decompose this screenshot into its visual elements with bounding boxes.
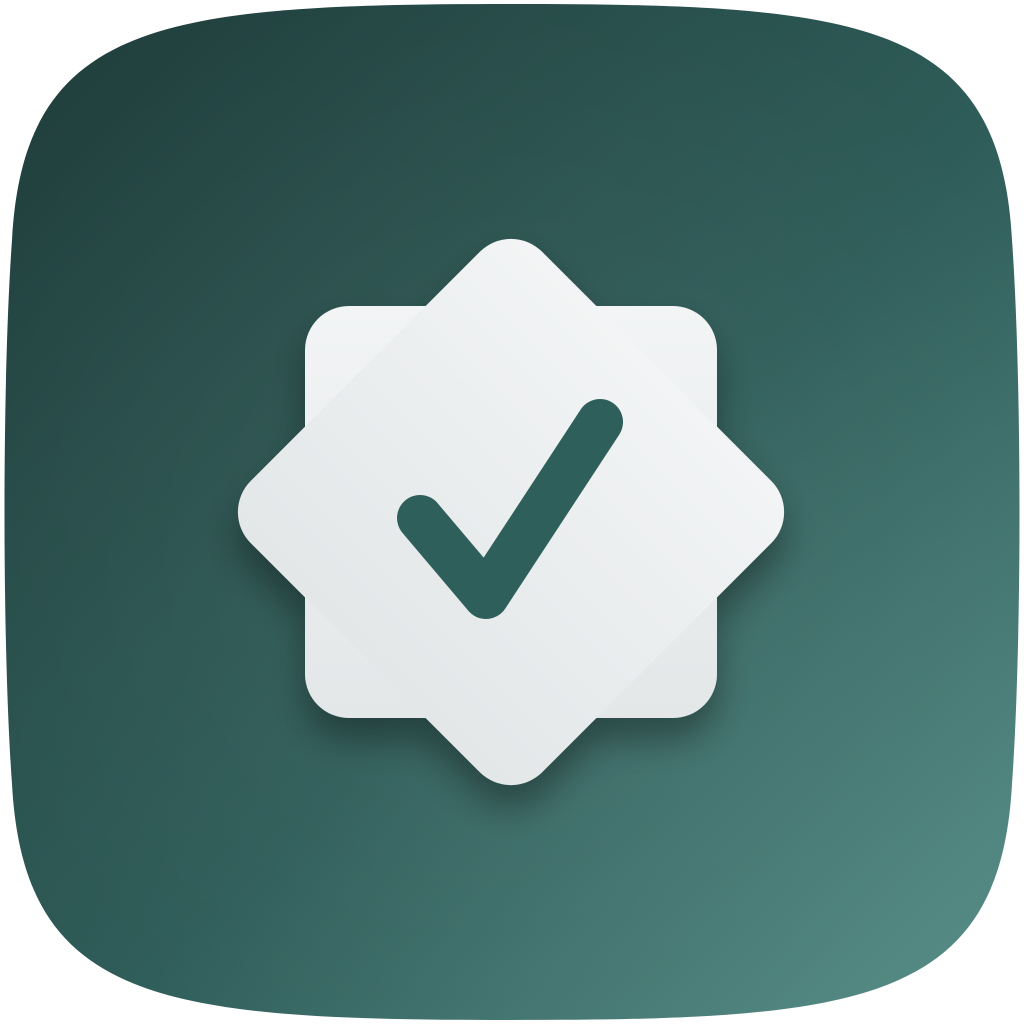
app-icon [0, 0, 1024, 1024]
verified-badge-app-icon-graphic [4, 4, 1020, 1020]
